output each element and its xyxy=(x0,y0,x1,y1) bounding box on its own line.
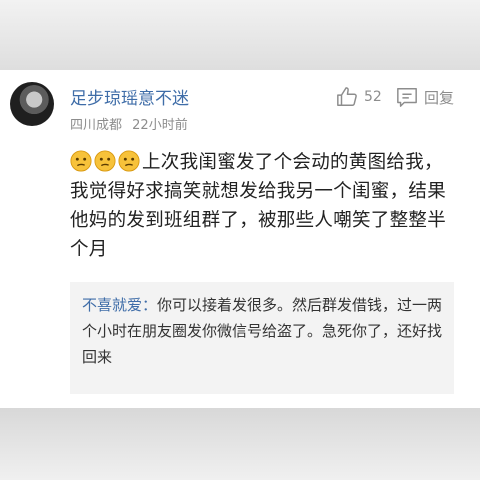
reply-label: 回复 xyxy=(424,88,455,107)
timestamp-text: 22小时前 xyxy=(132,118,188,133)
comment-card: 足步琼瑶意不迷 四川成都 22小时前 52 回复 上次我闺蜜发了个会动的黄图给我… xyxy=(0,70,480,408)
like-button[interactable]: 52 xyxy=(336,86,382,108)
reply-icon xyxy=(397,88,417,107)
username-link[interactable]: 足步琼瑶意不迷 xyxy=(70,84,189,109)
top-blurred-area xyxy=(0,0,480,70)
avatar[interactable] xyxy=(10,82,54,126)
quoted-username[interactable]: 不喜就爱： xyxy=(82,296,157,314)
like-count: 52 xyxy=(364,89,382,105)
bottom-blurred-area xyxy=(0,408,480,480)
thumbs-up-icon xyxy=(337,87,357,106)
confused-face-icon xyxy=(118,150,140,172)
comment-text-block: 上次我闺蜜发了个会动的黄图给我，我觉得好求搞笑就想发给我另一个闺蜜，结果他妈的发… xyxy=(70,148,460,264)
quoted-reply[interactable]: 不喜就爱：你可以接着发很多。然后群发借钱，过一两个小时在朋友圈发你微信号给盗了。… xyxy=(70,282,454,394)
confused-face-icon xyxy=(70,150,92,172)
comment-meta: 四川成都 22小时前 xyxy=(70,114,188,133)
reply-button[interactable]: 回复 xyxy=(396,86,454,108)
location-text: 四川成都 xyxy=(70,118,123,133)
confused-face-icon xyxy=(94,150,116,172)
